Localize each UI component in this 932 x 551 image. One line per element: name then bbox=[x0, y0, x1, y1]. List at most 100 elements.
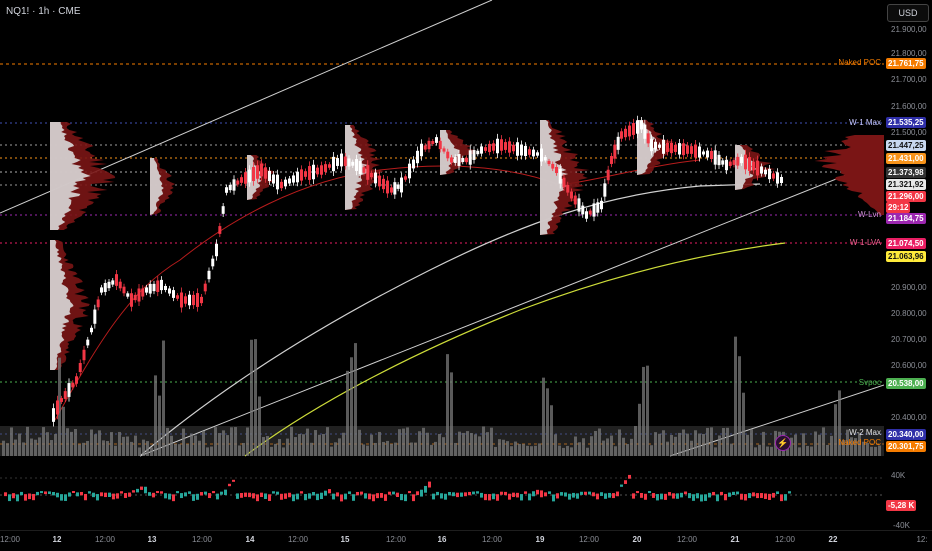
candle bbox=[524, 145, 527, 157]
price-chart-svg[interactable] bbox=[0, 0, 885, 458]
candle bbox=[674, 144, 677, 152]
volume-bar bbox=[418, 431, 421, 456]
time-tick: 12: bbox=[916, 535, 928, 544]
osc-candle bbox=[212, 491, 215, 494]
osc-candle bbox=[576, 493, 579, 499]
price-tag-vwap: 21.373,98 bbox=[886, 167, 926, 178]
osc-candle bbox=[208, 493, 211, 499]
volume-bar bbox=[154, 375, 157, 456]
candle bbox=[453, 157, 457, 163]
osc-candle bbox=[260, 492, 263, 498]
osc-candle bbox=[136, 488, 139, 493]
candle bbox=[176, 295, 179, 299]
candle bbox=[404, 176, 407, 180]
volume-bar bbox=[542, 377, 545, 456]
volume-bar bbox=[674, 436, 677, 456]
osc-candle bbox=[432, 493, 435, 500]
volume-bar bbox=[210, 446, 213, 456]
osc-candle bbox=[224, 489, 227, 496]
candle bbox=[573, 195, 577, 205]
oscillator-svg[interactable] bbox=[0, 460, 884, 530]
symbol-title[interactable]: NQ1! · 1h · CME bbox=[6, 6, 81, 17]
volume-bar bbox=[750, 429, 753, 456]
osc-candle bbox=[712, 491, 715, 496]
candle bbox=[748, 157, 751, 171]
volume-bar bbox=[554, 434, 557, 456]
volume-bar bbox=[514, 441, 517, 456]
candle bbox=[90, 327, 93, 333]
osc-candle bbox=[748, 493, 751, 499]
candle bbox=[624, 128, 627, 138]
time-tick: 12 bbox=[52, 535, 62, 544]
volume-bar bbox=[38, 437, 41, 456]
volume-bar bbox=[346, 370, 349, 456]
candle bbox=[702, 151, 705, 155]
osc-candle bbox=[344, 493, 347, 500]
osc-candle bbox=[96, 494, 99, 501]
osc-candle bbox=[524, 491, 527, 494]
volume-bar bbox=[670, 434, 673, 456]
candle bbox=[416, 150, 419, 164]
volume-bar bbox=[366, 445, 369, 456]
volume-bar bbox=[50, 440, 53, 456]
candle bbox=[610, 156, 613, 164]
volume-bar bbox=[706, 427, 709, 456]
osc-candle bbox=[680, 492, 683, 498]
osc-candle bbox=[392, 491, 395, 495]
volume-bar bbox=[438, 433, 441, 456]
candle bbox=[670, 142, 673, 154]
osc-candle bbox=[264, 493, 267, 499]
price-tag-ma: 21.447,25 bbox=[886, 140, 926, 151]
volume-bar bbox=[222, 430, 225, 456]
candle bbox=[616, 136, 620, 150]
candle bbox=[63, 391, 67, 399]
chart-root[interactable]: NQ1! · 1h · CME Naked POC W-1 Max W-Lvn … bbox=[0, 0, 932, 551]
alert-icon[interactable]: ⚡ bbox=[775, 435, 791, 451]
candle bbox=[465, 157, 468, 163]
osc-candle bbox=[192, 494, 195, 501]
candle bbox=[713, 150, 717, 165]
level-label-naked-poc: Naked POC bbox=[838, 58, 881, 67]
candle bbox=[480, 146, 483, 154]
level-label-w1-max: W-1 Max bbox=[849, 118, 881, 127]
osc-candle bbox=[788, 491, 791, 494]
candle bbox=[686, 145, 689, 154]
price-tick: 21.600,00 bbox=[891, 102, 927, 111]
candle bbox=[362, 167, 366, 173]
volume-bar bbox=[870, 446, 873, 456]
osc-candle bbox=[520, 494, 523, 501]
osc-candle bbox=[784, 494, 787, 501]
price-tick: 20.600,00 bbox=[891, 361, 927, 370]
candle bbox=[581, 205, 585, 215]
oscillator-pane[interactable] bbox=[0, 460, 884, 530]
price-pane[interactable]: NQ1! · 1h · CME Naked POC W-1 Max W-Lvn … bbox=[0, 0, 885, 458]
volume-bar bbox=[358, 429, 361, 456]
osc-candle bbox=[160, 491, 163, 494]
candle bbox=[606, 169, 610, 181]
volume-bar bbox=[566, 445, 569, 456]
bar-countdown: 29:12 bbox=[886, 202, 911, 213]
osc-candle bbox=[60, 494, 63, 501]
volume-bar bbox=[62, 406, 65, 456]
osc-candle bbox=[376, 493, 379, 499]
candle bbox=[768, 168, 771, 180]
volume-bar bbox=[510, 446, 513, 456]
osc-candle bbox=[632, 493, 635, 499]
candle bbox=[288, 178, 291, 184]
volume-bar bbox=[742, 392, 745, 456]
candle bbox=[558, 168, 562, 184]
candle bbox=[180, 292, 183, 308]
volume-bar bbox=[474, 434, 477, 456]
candle bbox=[756, 160, 759, 176]
osc-candle bbox=[636, 491, 639, 494]
osc-candle bbox=[468, 491, 471, 496]
symbol-name: NQ1! bbox=[6, 6, 30, 17]
candle bbox=[640, 120, 643, 130]
candle bbox=[67, 383, 71, 397]
time-tick: 12:00 bbox=[191, 535, 213, 544]
currency-button[interactable]: USD bbox=[887, 4, 929, 22]
level-label-naked-poc-bottom: Naked POC bbox=[838, 438, 881, 447]
volume-bar bbox=[634, 426, 637, 456]
volume-bar bbox=[26, 426, 29, 456]
price-tick: 21.800,00 bbox=[891, 49, 927, 58]
